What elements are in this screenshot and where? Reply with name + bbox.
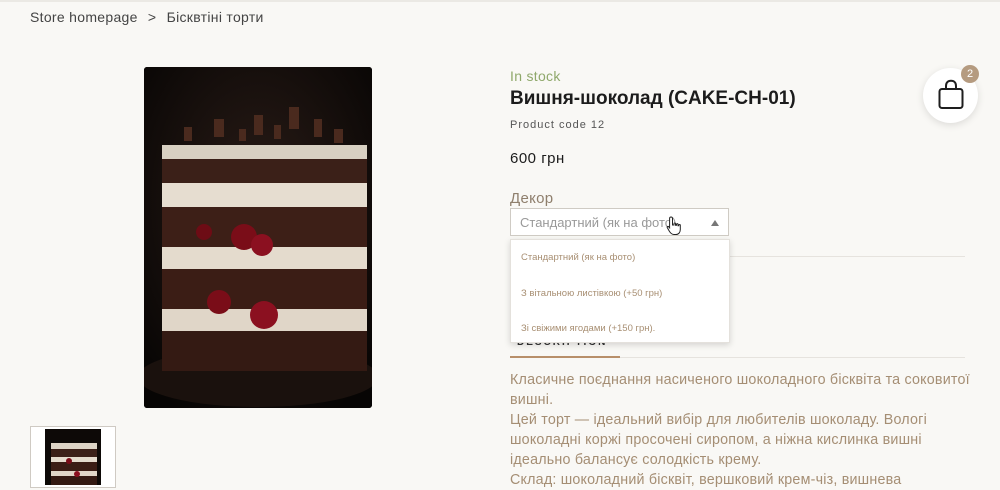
decor-select[interactable]: Стандартний (як на фото) (510, 208, 729, 236)
product-title: Вишня-шоколад (CAKE-CH-01) (510, 88, 796, 109)
decor-option[interactable]: Зі свіжими ягодами (+150 грн). (521, 323, 655, 334)
decor-select-value: Стандартний (як на фото) (520, 215, 677, 230)
description-paragraph: Склад: шоколадний бісквіт, вершковий кре… (510, 472, 902, 488)
product-main-image[interactable] (144, 67, 372, 408)
breadcrumb: Store homepage > Бісквтіні торти (30, 9, 270, 25)
product-price: 600 грн (510, 150, 565, 167)
description-paragraph: Цей торт — ідеальний вибір для любителів… (510, 412, 927, 468)
stock-status: In stock (510, 68, 561, 84)
decor-option[interactable]: Стандартний (як на фото) (521, 252, 635, 263)
product-code: Product code 12 (510, 119, 606, 131)
caret-up-icon (711, 220, 719, 226)
shopping-bag-icon (938, 79, 964, 109)
product-thumbnail[interactable] (30, 426, 116, 488)
top-border (0, 0, 1000, 2)
product-description: Класичне поєднання насиченого шоколадног… (510, 370, 970, 490)
description-paragraph: Класичне поєднання насиченого шоколадног… (510, 372, 970, 408)
breadcrumb-separator: > (147, 9, 157, 25)
decor-option[interactable]: З вітальною листівкою (+50 грн) (521, 288, 662, 299)
tab-active-underline (510, 356, 620, 358)
tab-divider (620, 357, 965, 358)
breadcrumb-home-link[interactable]: Store homepage (30, 9, 138, 25)
cart-count-badge: 2 (961, 65, 979, 83)
breadcrumb-current: Бісквтіні торти (166, 9, 264, 25)
thumbnail-image (45, 429, 101, 485)
decor-label: Декор (510, 190, 554, 207)
decor-dropdown: Стандартний (як на фото) З вітальною лис… (510, 239, 730, 343)
hand-pointer-icon (666, 216, 682, 241)
